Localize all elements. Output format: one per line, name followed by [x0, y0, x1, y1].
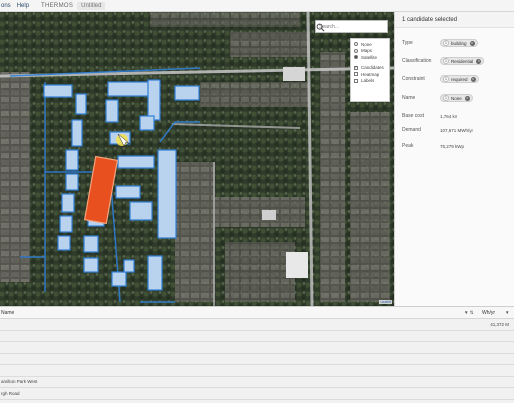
chip-text: building: [451, 40, 467, 46]
chip-text: required: [451, 76, 468, 82]
table-header: Name ▼ ⇅ Wh/yr ▼: [0, 307, 514, 319]
overlay-label: Candidates: [361, 65, 384, 71]
overlay-labels[interactable]: Labels: [354, 78, 386, 85]
close-icon[interactable]: ×: [469, 40, 475, 46]
table-row[interactable]: [0, 365, 514, 377]
chip-count: 1: [443, 76, 449, 82]
chip-count: 1: [443, 95, 449, 101]
table-row[interactable]: [0, 342, 514, 354]
chip-text: None: [451, 95, 462, 101]
table-row[interactable]: rgh Road: [0, 388, 514, 400]
close-icon[interactable]: ×: [470, 76, 476, 82]
menu-item-options[interactable]: ons: [1, 3, 11, 9]
document-tab[interactable]: Untitled: [77, 1, 106, 10]
column-header-demand[interactable]: Wh/yr: [482, 310, 495, 316]
peak-value: 75,279 kWp: [440, 143, 465, 149]
chip-text: Residential: [451, 58, 474, 64]
property-label: Type: [402, 40, 413, 46]
radio-icon: [354, 42, 358, 47]
property-label: Base cost: [402, 113, 424, 119]
property-constraint: Constraint 1 required ×: [402, 73, 512, 85]
selection-panel: 1 candidate selected Type 1 building × C…: [394, 12, 514, 306]
property-label: Name: [402, 95, 416, 101]
close-icon[interactable]: ×: [476, 58, 482, 64]
filter-icon[interactable]: ▼: [505, 310, 509, 315]
layer-option-label: Satellite: [361, 54, 378, 60]
property-peak: Peak 75,279 kWp: [402, 140, 512, 152]
layer-control: None Maps Satellite ✓ Candidates Heatmap…: [350, 38, 390, 102]
property-demand: Demand 107,671 MWh/yr: [402, 124, 512, 136]
table-row[interactable]: [0, 354, 514, 365]
map-canvas[interactable]: [0, 12, 394, 306]
property-type: Type 1 building ×: [402, 37, 512, 49]
property-label: Classification: [402, 58, 432, 64]
overlay-label: Labels: [361, 78, 375, 84]
demand-value: 107,671 MWh/yr: [440, 127, 474, 133]
classification-chip[interactable]: 1 Residential ×: [440, 57, 485, 65]
checkbox-icon: [354, 72, 358, 77]
radio-icon: [354, 48, 358, 53]
selection-header: 1 candidate selected: [395, 12, 514, 28]
satellite-map[interactable]: None Maps Satellite ✓ Candidates Heatmap…: [0, 12, 394, 306]
app-brand[interactable]: THERMOS: [41, 3, 73, 9]
checkbox-icon: [354, 78, 358, 83]
row-name: rgh Road: [1, 390, 20, 396]
property-label: Constraint: [402, 76, 425, 82]
property-base-cost: Base cost 1,764 k¤: [402, 110, 512, 122]
chip-count: 1: [443, 58, 449, 64]
map-search[interactable]: [315, 20, 388, 33]
property-label: Peak: [402, 143, 414, 149]
type-chip[interactable]: 1 building ×: [440, 39, 478, 47]
map-attribution[interactable]: Leaflet: [379, 300, 392, 304]
filter-icon[interactable]: ▼ ⇅: [464, 310, 473, 316]
layer-option-label: None: [361, 41, 372, 47]
row-value: 41,372 M: [490, 321, 509, 327]
menu-bar: ons Help THERMOS Untitled: [0, 0, 514, 12]
table-row[interactable]: amilton Park West: [0, 377, 514, 388]
radio-selected-icon: [354, 55, 358, 60]
candidate-table: Name ▼ ⇅ Wh/yr ▼ 41,372 M amilton Park W…: [0, 306, 514, 403]
search-icon[interactable]: [316, 23, 325, 32]
checkbox-checked-icon: ✓: [354, 65, 358, 70]
layer-option-label: Maps: [361, 48, 373, 54]
property-name: Name 1 None ×: [402, 92, 512, 104]
name-chip[interactable]: 1 None ×: [440, 94, 473, 102]
chip-count: 1: [443, 40, 449, 46]
menu-item-help[interactable]: Help: [17, 3, 29, 9]
close-icon[interactable]: ×: [464, 95, 470, 101]
property-label: Demand: [402, 127, 421, 133]
overlay-label: Heatmap: [361, 71, 380, 77]
table-row[interactable]: 41,372 M: [0, 319, 514, 331]
row-name: amilton Park West: [1, 379, 38, 385]
base-cost-value: 1,764 k¤: [440, 113, 458, 119]
constraint-chip[interactable]: 1 required ×: [440, 75, 479, 83]
property-classification: Classification 1 Residential ×: [402, 55, 512, 67]
column-header-name[interactable]: Name: [1, 310, 14, 316]
table-row[interactable]: [0, 331, 514, 342]
